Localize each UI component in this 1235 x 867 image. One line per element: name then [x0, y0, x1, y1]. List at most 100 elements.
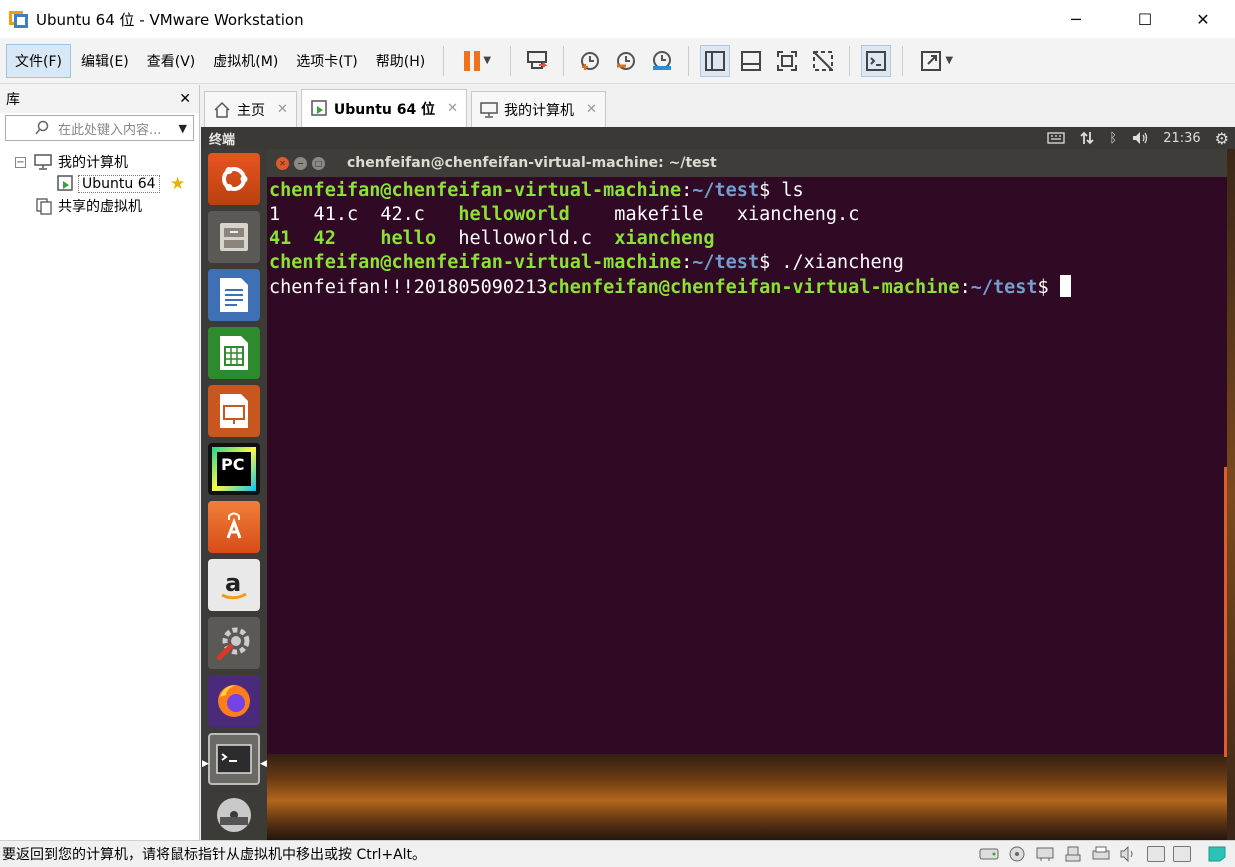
toolbar-separator [849, 45, 851, 76]
tab-close-icon[interactable]: ✕ [277, 102, 288, 117]
launcher-terminal-icon[interactable] [208, 733, 260, 785]
launcher-amazon-icon[interactable]: a [208, 559, 260, 611]
terminal-line: chenfeifan@chenfeifan-virtual-machine:~/… [269, 180, 804, 201]
menu-tabs[interactable]: 选项卡(T) [288, 44, 365, 78]
launcher-firefox-icon[interactable] [208, 675, 260, 727]
document-writer-icon [220, 278, 248, 312]
fullscreen-button[interactable] [772, 45, 802, 77]
terminal-close-button[interactable]: ✕ [276, 156, 289, 170]
clock-text[interactable]: 21:36 [1163, 131, 1200, 146]
ubuntu-top-panel: 终端 ᛒ 21:36 ⚙ [201, 127, 1235, 149]
toolbar-separator [902, 45, 904, 76]
terminal-scrollbar[interactable] [1224, 467, 1227, 757]
launcher-dvd-icon[interactable] [208, 789, 260, 840]
amazon-logo-icon: a [221, 569, 247, 600]
printer-icon[interactable] [1091, 845, 1111, 863]
pause-button[interactable]: ▼ [455, 45, 499, 77]
launcher-settings-icon[interactable] [208, 617, 260, 669]
volume-icon[interactable] [1131, 130, 1149, 146]
gear-icon[interactable]: ⚙ [1215, 129, 1229, 148]
tab-label: 我的计算机 [504, 102, 575, 119]
maximize-button[interactable]: ☐ [1122, 0, 1168, 38]
tab-my-computer[interactable]: 我的计算机 ✕ [471, 91, 606, 127]
library-view-icon [705, 50, 726, 71]
network-icon[interactable] [1079, 130, 1095, 146]
device-icons [979, 841, 1227, 867]
favorite-star-icon[interactable]: ★ [170, 174, 185, 194]
desktop-wallpaper-edge [1227, 149, 1235, 840]
keyboard-icon[interactable] [1047, 131, 1066, 145]
display-icon[interactable] [1147, 846, 1165, 862]
launcher-dash-icon[interactable] [208, 153, 260, 205]
tab-close-icon[interactable]: ✕ [586, 102, 597, 117]
terminal-title: chenfeifan@chenfeifan-virtual-machine: ~… [347, 155, 717, 171]
send-ctrl-alt-del-icon [527, 50, 548, 69]
launcher-files-icon[interactable] [208, 211, 260, 263]
tab-ubuntu[interactable]: Ubuntu 64 位 ✕ [300, 89, 468, 127]
vm-running-icon [57, 175, 73, 191]
terminal-window[interactable]: ✕ − □ chenfeifan@chenfeifan-virtual-mach… [267, 149, 1227, 757]
dvd-disc-icon [217, 798, 251, 832]
send-ctrl-alt-del-button[interactable] [522, 45, 552, 77]
sound-icon[interactable] [1119, 845, 1139, 863]
launcher-impress-icon[interactable] [208, 385, 260, 437]
launcher-software-center-icon[interactable] [208, 501, 260, 553]
library-search-input[interactable]: 在此处键入内容... ▼ [5, 115, 194, 141]
collapse-icon[interactable]: − [15, 156, 26, 168]
tree-item-shared-vms[interactable]: 共享的虚拟机 [0, 195, 199, 217]
toolbar-separator [688, 45, 690, 76]
library-close-button[interactable]: ✕ [179, 91, 191, 107]
console-view-button[interactable] [861, 44, 892, 77]
chevron-down-icon[interactable]: ▼ [179, 122, 187, 135]
window-title: Ubuntu 64 位 - VMware Workstation [36, 10, 304, 29]
storage-icon[interactable] [1173, 846, 1191, 862]
ubuntu-launcher: PC a ▶ ◀ [201, 149, 267, 840]
menu-help[interactable]: 帮助(H) [368, 44, 433, 78]
menu-file[interactable]: 文件(F) [6, 43, 71, 78]
presentation-icon [220, 394, 248, 428]
terminal-icon [216, 744, 252, 774]
thumbnail-view-button[interactable] [736, 45, 766, 77]
terminal-output[interactable]: chenfeifan@chenfeifan-virtual-machine:~/… [267, 177, 1227, 302]
toolbar-separator [563, 45, 565, 76]
tab-close-icon[interactable]: ✕ [447, 101, 458, 116]
launcher-writer-icon[interactable] [208, 269, 260, 321]
tree-item-ubuntu[interactable]: Ubuntu 64 ★ [0, 173, 199, 195]
minimize-button[interactable]: ─ [1053, 0, 1099, 38]
tree-item-my-computer[interactable]: − 我的计算机 [0, 151, 199, 173]
indicator-area: ᛒ 21:36 ⚙ [1047, 127, 1229, 149]
pycharm-logo-icon: PC [212, 447, 256, 491]
library-view-button[interactable] [700, 44, 731, 77]
menu-view[interactable]: 查看(V) [139, 44, 204, 78]
cd-dvd-icon[interactable] [1007, 845, 1027, 863]
snapshot-button[interactable] [575, 45, 605, 77]
revert-snapshot-button[interactable] [611, 45, 641, 77]
launcher-pycharm-icon[interactable]: PC [208, 443, 260, 495]
close-button[interactable]: ✕ [1180, 0, 1226, 38]
vm-display[interactable]: 终端 ᛒ 21:36 ⚙ PC a ▶ ◀ ✕ − □ chenfeifan@c… [201, 127, 1235, 840]
stretch-button[interactable]: ▼ [914, 45, 958, 77]
snapshot-manager-button[interactable] [647, 45, 677, 77]
unity-button[interactable] [808, 45, 838, 77]
menu-vm[interactable]: 虚拟机(M) [205, 44, 286, 78]
terminal-minimize-button[interactable]: − [294, 156, 307, 170]
tree-label-ubuntu: Ubuntu 64 [78, 175, 160, 193]
spreadsheet-icon [220, 336, 248, 370]
hard-disk-icon[interactable] [979, 845, 999, 863]
bluetooth-icon[interactable]: ᛒ [1109, 131, 1117, 146]
status-text: 要返回到您的计算机，请将鼠标指针从虚拟机中移出或按 Ctrl+Alt。 [2, 846, 427, 863]
menu-edit[interactable]: 编辑(E) [73, 44, 137, 78]
vm-running-icon [311, 99, 327, 116]
messages-icon[interactable] [1207, 845, 1227, 863]
network-adapter-icon[interactable] [1035, 845, 1055, 863]
tab-label: 主页 [237, 102, 265, 119]
usb-icon[interactable] [1063, 845, 1083, 863]
stretch-icon [921, 50, 942, 71]
pycharm-badge-text: PC [217, 452, 251, 486]
terminal-line: 1 41.c 42.c helloworld makefile xianchen… [269, 204, 860, 225]
launcher-calc-icon[interactable] [208, 327, 260, 379]
thumbnail-view-icon [741, 50, 762, 71]
library-panel: 库 ✕ 在此处键入内容... ▼ − 我的计算机 Ubuntu 64 ★ 共享的… [0, 85, 200, 840]
terminal-maximize-button[interactable]: □ [312, 156, 325, 170]
tab-home[interactable]: 主页 ✕ [204, 91, 297, 127]
